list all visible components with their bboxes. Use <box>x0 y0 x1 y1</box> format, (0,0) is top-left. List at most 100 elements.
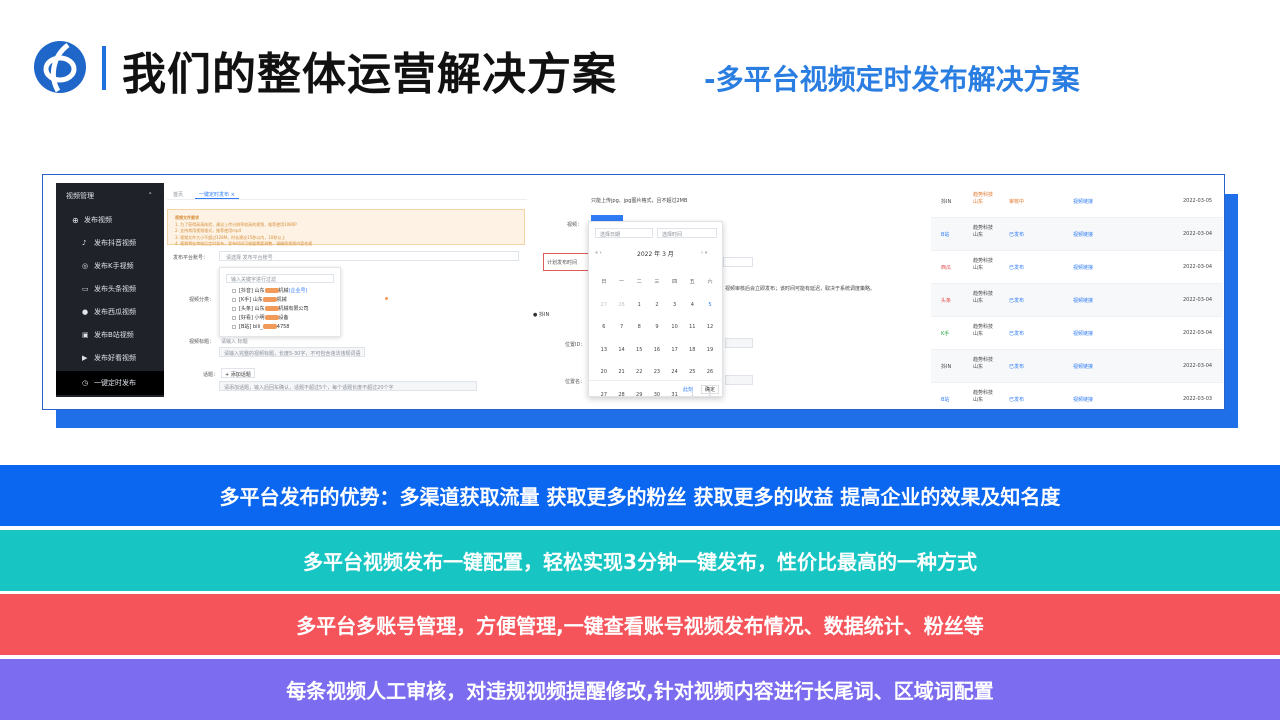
weekday: 六 <box>707 279 713 285</box>
calendar-day[interactable]: 12 <box>701 320 719 336</box>
schedule-label: 计划发布时间 <box>547 260 578 266</box>
video-link[interactable]: 视频链接 <box>1073 363 1093 370</box>
calendar-day[interactable]: 28 <box>613 388 631 404</box>
now-button[interactable]: 此刻 <box>683 386 693 393</box>
checkbox[interactable] <box>232 315 236 320</box>
video-link[interactable]: 视频链接 <box>1073 198 1093 205</box>
sidebar: 视频管理 ˄ ⊕ 发布视频 ♪ 发布抖音视频 ◎ 发布K手视频 ▭ 发布头条视频 ● 发布西… <box>56 183 164 397</box>
account-dropdown: 输入关键字进行过滤 [抖音] 山东 机械 (企业号) [K手] 山东 机械 [头条] … <box>219 267 341 337</box>
calendar-day[interactable]: 29 <box>630 388 648 404</box>
calendar-day[interactable]: 19 <box>701 343 719 359</box>
calendar-day-today[interactable]: 5 <box>701 298 719 314</box>
calendar-day[interactable]: 16 <box>648 343 666 359</box>
table-row: 抖IN 趋势科技 山东 已发布 视频链接 2022-03-04 <box>931 350 1223 383</box>
sidebar-item-video-management[interactable]: 视频管理 ˄ <box>56 185 164 207</box>
video-link[interactable]: 视频链接 <box>1073 396 1093 403</box>
video-link[interactable]: 视频链接 <box>1073 330 1093 337</box>
video-title-input[interactable]: 请输入 标题 <box>221 338 248 345</box>
circle-plus-icon: ⊕ <box>72 215 79 225</box>
calendar-day[interactable]: 27 <box>595 298 613 314</box>
douyin-section-label: ● 抖IN <box>533 312 550 318</box>
page-title: 我们的整体运营解决方案 <box>122 49 617 100</box>
tab-scheduled-publish[interactable]: 一键定时发布 × <box>199 191 235 198</box>
location-id-input[interactable] <box>725 338 753 348</box>
calendar-day[interactable]: 1 <box>630 298 648 314</box>
schedule-input[interactable] <box>723 257 753 267</box>
sidebar-item-publish-video[interactable]: ⊕ 发布视频 <box>56 209 164 231</box>
sidebar-item-scheduled-publish[interactable]: ◷ 一键定时发布 <box>56 371 164 395</box>
publish-records-table: 抖IN 趋势科技 山东 审核中 视频链接 2022-03-05 B站 趋势科技 山东 已发布… <box>931 185 1223 409</box>
calendar-day[interactable]: 8 <box>630 320 648 336</box>
checkbox[interactable] <box>232 288 236 293</box>
table-row: 头条 趋势科技 山东 已发布 视频链接 2022-03-04 <box>931 284 1223 317</box>
topic-label: 话题： <box>203 372 219 378</box>
calendar-day[interactable]: 24 <box>666 365 684 381</box>
calendar-day[interactable]: 18 <box>683 343 701 359</box>
kuaishou-icon: ◎ <box>82 262 89 270</box>
prev-year-button[interactable]: « ‹ <box>595 250 602 256</box>
next-year-button[interactable]: › » <box>701 250 708 256</box>
calendar-day[interactable]: 6 <box>595 320 613 336</box>
calendar-day[interactable]: 17 <box>666 343 684 359</box>
calendar-day[interactable]: 21 <box>613 365 631 381</box>
video-link[interactable]: 视频链接 <box>1073 297 1093 304</box>
calendar-footer-divider <box>589 380 724 381</box>
checkbox[interactable] <box>232 324 236 329</box>
video-link[interactable]: 视频链接 <box>1073 264 1093 271</box>
douyin-icon: ♪ <box>82 239 87 247</box>
dropdown-option[interactable]: [K手] 山东 机械 <box>220 295 340 304</box>
calendar-day[interactable]: 31 <box>666 388 684 404</box>
calendar-day[interactable]: 27 <box>595 388 613 404</box>
sidebar-item-xigua[interactable]: ● 发布西瓜视频 <box>56 301 164 323</box>
tab-home[interactable]: 首页 <box>173 191 183 198</box>
sidebar-item-haokan[interactable]: ▶ 发布好看视频 <box>56 347 164 369</box>
feature-band-review: 每条视频人工审核，对违规视频提醒修改,针对视频内容进行长尾词、区域词配置 <box>0 659 1280 720</box>
sidebar-item-kuaishou[interactable]: ◎ 发布K手视频 <box>56 255 164 277</box>
calendar-day[interactable]: 7 <box>613 320 631 336</box>
calendar-day[interactable]: 9 <box>648 320 666 336</box>
location-name-input[interactable] <box>725 375 753 385</box>
dropdown-option[interactable]: [抖音] 山东 机械 (企业号) <box>220 286 340 295</box>
calendar-day[interactable]: 30 <box>648 388 666 404</box>
weekday: 三 <box>654 279 660 285</box>
dropdown-option[interactable]: [B站] bili_ 4758 <box>220 322 340 331</box>
sidebar-item-douyin[interactable]: ♪ 发布抖音视频 <box>56 232 164 254</box>
calendar-day[interactable]: 25 <box>683 365 701 381</box>
dropdown-option[interactable]: [好看] 小明 设备 <box>220 313 340 322</box>
month-label: 2022 年 3 月 <box>637 251 674 258</box>
confirm-button[interactable]: 确定 <box>701 385 720 394</box>
calendar-day[interactable]: 4 <box>683 298 701 314</box>
table-row: 抖IN 趋势科技 山东 审核中 视频链接 2022-03-05 <box>931 185 1223 218</box>
dropdown-filter-input[interactable]: 输入关键字进行过滤 <box>226 274 334 283</box>
calendar-day[interactable]: 3 <box>666 298 684 314</box>
calendar-day[interactable]: 11 <box>683 320 701 336</box>
sidebar-item-bilibili[interactable]: ▣ 发布B站视频 <box>56 324 164 346</box>
calendar-day[interactable]: 20 <box>595 365 613 381</box>
video-link[interactable]: 视频链接 <box>1073 231 1093 238</box>
table-row: B站 趋势科技 山东 已发布 视频链接 2022-03-03 <box>931 383 1223 409</box>
play-icon: ▶ <box>82 354 88 362</box>
topic-hint: 请添加话题，输入后回车确认，话题不超过5个，每个话题长度不超过20个字 <box>219 381 477 391</box>
schedule-note: 视频审核后会立即发布；该时间可能有延迟，取决于系统调度策略。 <box>725 286 876 292</box>
company-logo-icon <box>34 41 86 93</box>
calendar-day[interactable]: 13 <box>595 343 613 359</box>
calendar-day[interactable]: 10 <box>666 320 684 336</box>
add-topic-button[interactable]: + 添加话题 <box>221 368 255 378</box>
dropdown-option[interactable]: [头条] 山东 机械有限公司 <box>220 304 340 313</box>
calendar-day[interactable]: 28 <box>613 298 631 314</box>
date-input[interactable]: 选择日期 <box>595 228 653 238</box>
redacted-mark <box>264 306 279 311</box>
chevron-up-icon: ˄ <box>148 192 153 200</box>
calendar-day[interactable]: 15 <box>630 343 648 359</box>
checkbox[interactable] <box>232 306 236 311</box>
sidebar-item-toutiao[interactable]: ▭ 发布头条视频 <box>56 278 164 300</box>
checkbox[interactable] <box>232 297 236 302</box>
calendar-day[interactable]: 22 <box>630 365 648 381</box>
account-select[interactable]: 请选择 发布平台账号 <box>219 251 519 261</box>
calendar-day[interactable]: 23 <box>648 365 666 381</box>
calendar-day[interactable]: 26 <box>701 365 719 381</box>
time-input[interactable]: 选择时间 <box>657 228 717 238</box>
calendar-day[interactable]: 14 <box>613 343 631 359</box>
toutiao-icon: ▭ <box>82 285 89 293</box>
calendar-day[interactable]: 2 <box>648 298 666 314</box>
